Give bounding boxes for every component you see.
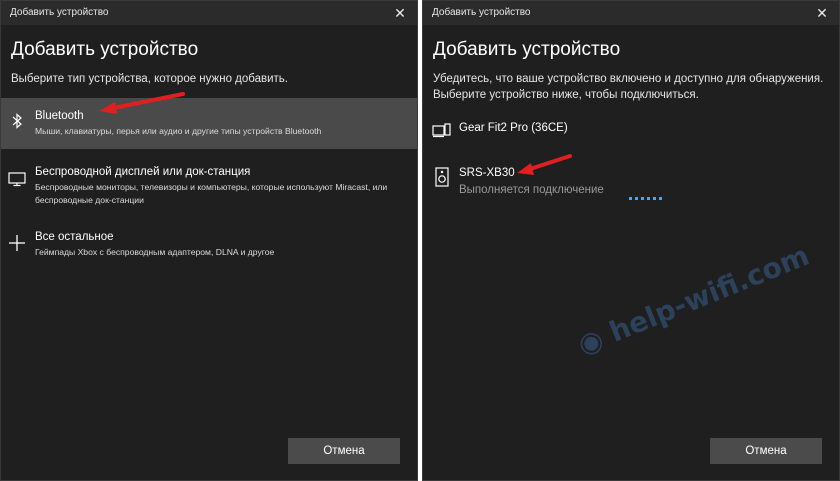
- speaker-icon: [431, 166, 453, 188]
- device-type-label: Беспроводной дисплей или док-станция: [35, 166, 251, 178]
- device-type-wireless-display[interactable]: Беспроводной дисплей или док-станция Бес…: [1, 161, 417, 211]
- device-srs-xb30[interactable]: SRS-XB30 Выполняется подключение: [431, 164, 731, 202]
- cancel-button[interactable]: Отмена: [288, 438, 400, 464]
- device-type-label: Все остальное: [35, 231, 114, 243]
- close-icon[interactable]: ✕: [805, 1, 839, 25]
- device-type-description: Геймпады Xbox с беспроводным адаптером, …: [35, 247, 275, 257]
- page-subtitle: Выберите тип устройства, которое нужно д…: [11, 73, 288, 85]
- add-device-window-bluetooth: Добавить устройство ✕ Добавить устройств…: [422, 0, 840, 481]
- page-title: Добавить устройство: [433, 39, 621, 60]
- phone-laptop-icon: [431, 119, 453, 141]
- plus-icon: [7, 233, 27, 253]
- title-bar: Добавить устройство ✕: [1, 1, 417, 25]
- device-type-label: Bluetooth: [35, 110, 84, 122]
- window-title: Добавить устройство: [10, 7, 109, 18]
- page-title: Добавить устройство: [11, 39, 199, 60]
- connection-status: Выполняется подключение: [459, 184, 604, 196]
- add-device-window-type: Добавить устройство ✕ Добавить устройств…: [0, 0, 418, 481]
- device-type-everything-else[interactable]: Все остальное Геймпады Xbox с беспроводн…: [1, 225, 417, 261]
- device-name: Gear Fit2 Pro (36CE): [459, 122, 568, 134]
- title-bar: Добавить устройство ✕: [423, 1, 839, 25]
- device-name: SRS-XB30: [459, 167, 515, 179]
- cancel-button[interactable]: Отмена: [710, 438, 822, 464]
- red-arrow-annotation: [517, 154, 572, 175]
- progress-indicator: [629, 197, 662, 200]
- watermark-text: help-wifi.com: [604, 238, 814, 349]
- window-title: Добавить устройство: [432, 7, 531, 18]
- device-gear-fit2[interactable]: Gear Fit2 Pro (36CE): [431, 119, 731, 143]
- watermark: ◉ help-wifi.com: [573, 239, 814, 362]
- red-arrow-annotation: [99, 92, 185, 114]
- page-subtitle: Убедитесь, что ваше устройство включено …: [433, 73, 824, 101]
- bluetooth-icon: [7, 111, 27, 131]
- close-icon[interactable]: ✕: [383, 1, 417, 25]
- device-type-description: Мыши, клавиатуры, перья или аудио и друг…: [35, 126, 322, 136]
- monitor-icon: [7, 169, 27, 189]
- device-type-description: Беспроводные мониторы, телевизоры и комп…: [35, 182, 388, 205]
- device-type-bluetooth[interactable]: Bluetooth Мыши, клавиатуры, перья или ау…: [1, 98, 417, 149]
